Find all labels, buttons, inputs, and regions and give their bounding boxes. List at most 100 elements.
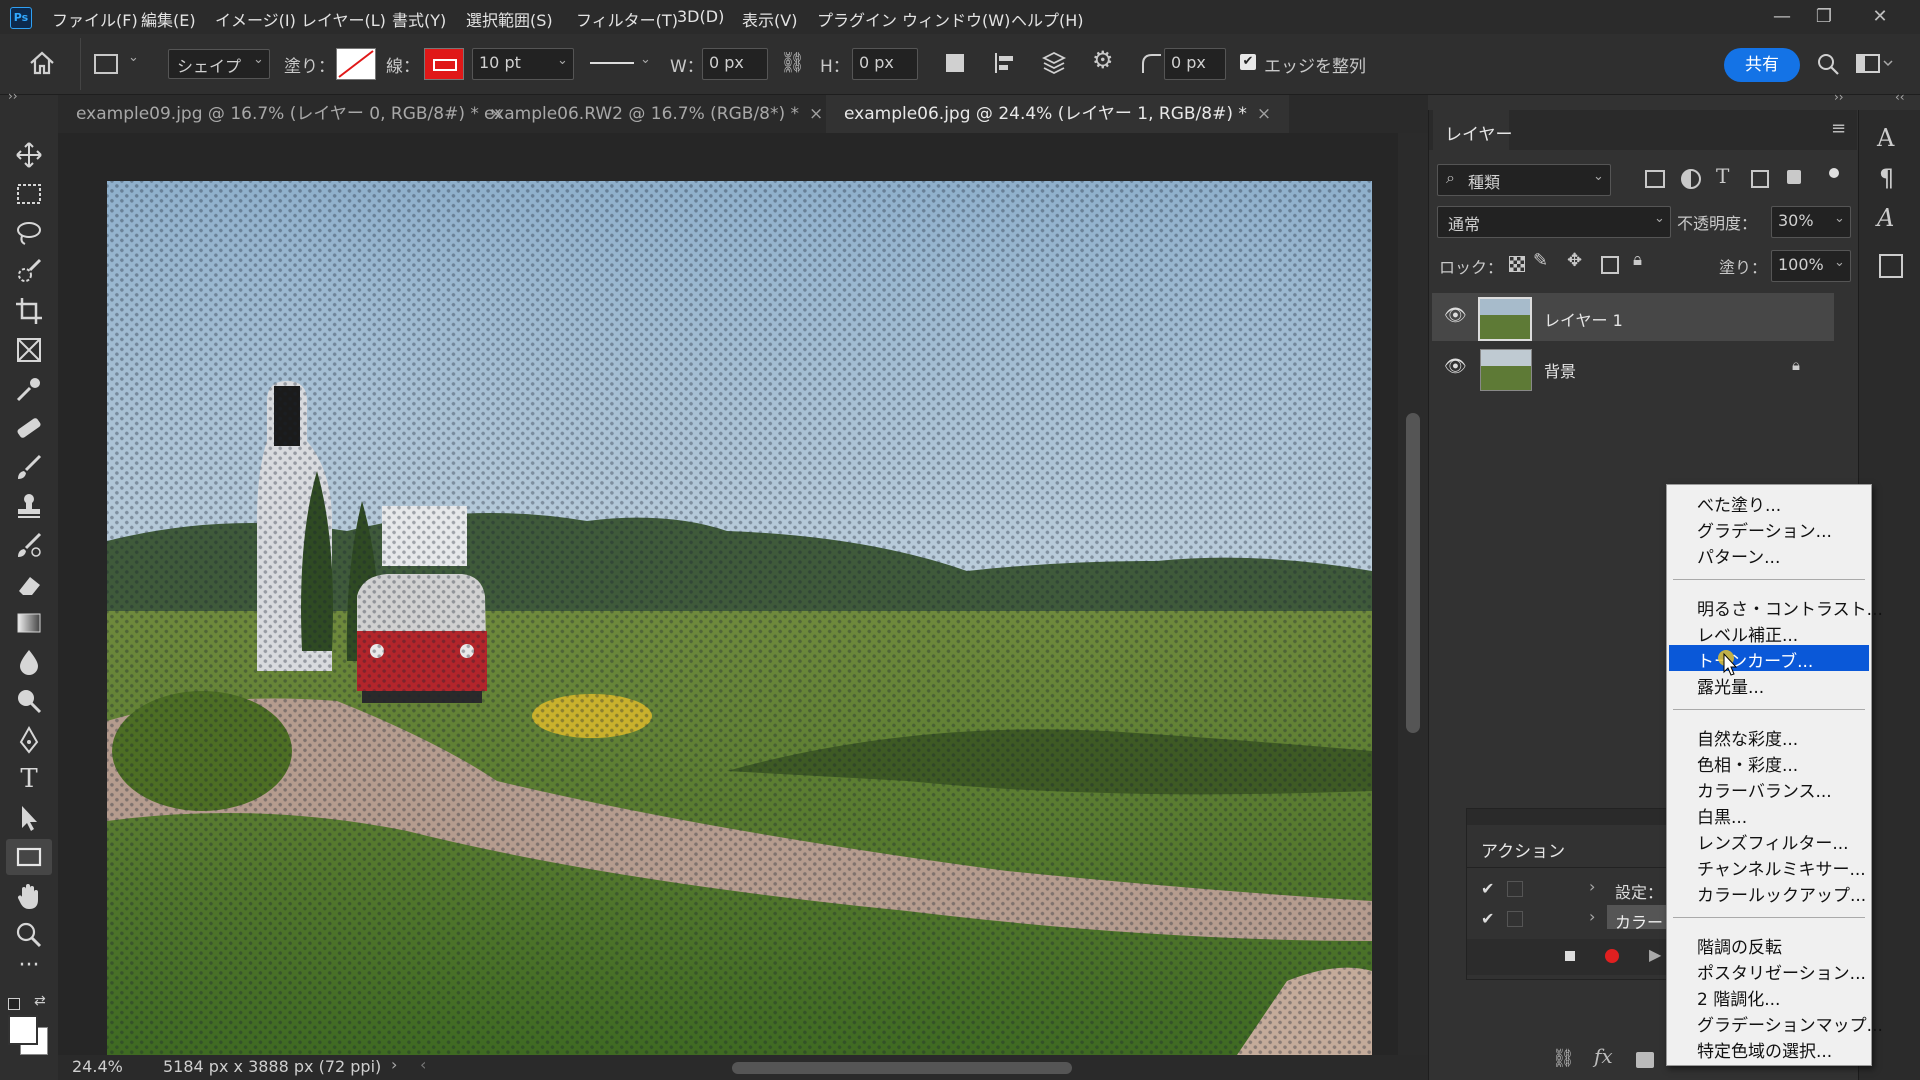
menu-item-vibrance[interactable]: 自然な彩度... — [1697, 725, 1798, 750]
play-icon[interactable]: ▶ — [1649, 945, 1661, 964]
layer-filter-select[interactable]: ⌕ 種類 ⌄ — [1437, 164, 1611, 196]
quick-select-tool-icon[interactable] — [14, 257, 44, 287]
filter-adjustment-icon[interactable] — [1681, 169, 1701, 189]
path-alignment-icon[interactable] — [994, 52, 1018, 74]
action-name[interactable]: カラー — [1615, 909, 1663, 933]
hand-tool-icon[interactable] — [14, 881, 44, 911]
menu-layer[interactable]: レイヤー(L) — [301, 7, 386, 31]
lock-transparency-icon[interactable] — [1509, 256, 1525, 272]
tab-example06-jpg[interactable]: example06.jpg @ 24.4% (レイヤー 1, RGB/8#) *… — [826, 95, 1290, 133]
filter-shape-icon[interactable] — [1751, 170, 1769, 188]
lock-position-icon[interactable]: ✥ — [1567, 250, 1582, 271]
menu-item-photo-filter[interactable]: レンズフィルター... — [1697, 829, 1849, 854]
menu-item-gradient-map[interactable]: グラデーションマップ... — [1697, 1011, 1883, 1036]
properties-panel-icon[interactable] — [1879, 254, 1903, 278]
search-icon[interactable] — [1816, 52, 1840, 76]
close-tab-icon[interactable]: × — [1257, 104, 1271, 124]
action-set-name[interactable]: 設定： — [1615, 879, 1663, 903]
blend-mode-select[interactable]: 通常 ⌄ — [1437, 206, 1671, 238]
dodge-tool-icon[interactable] — [14, 686, 44, 716]
path-select-tool-icon[interactable] — [14, 803, 44, 833]
stroke-type-select[interactable]: ⌄ — [586, 48, 656, 78]
filter-type-icon[interactable]: T — [1716, 164, 1729, 188]
checkmark-icon[interactable]: ✔ — [1481, 879, 1494, 898]
horizontal-scroll-thumb[interactable] — [732, 1062, 1072, 1074]
menu-item-invert[interactable]: 階調の反転 — [1697, 933, 1782, 958]
link-icon[interactable]: ⛓ — [780, 50, 805, 74]
filter-toggle-icon[interactable] — [1829, 168, 1839, 178]
history-brush-tool-icon[interactable] — [14, 530, 44, 560]
chevron-right-icon[interactable]: › — [1589, 907, 1595, 926]
healing-brush-tool-icon[interactable] — [14, 413, 44, 443]
lock-all-icon[interactable]: 🔒︎ — [1633, 250, 1642, 270]
align-edges-checkbox[interactable]: ✔ — [1240, 54, 1256, 70]
opacity-field[interactable]: 30% ⌄ — [1771, 206, 1851, 238]
menu-window[interactable]: ウィンドウ(W) — [902, 7, 1010, 31]
menu-3d[interactable]: 3D(D) — [677, 7, 724, 26]
fill-swatch[interactable] — [336, 48, 376, 80]
expand-icon[interactable]: ›› — [1834, 90, 1844, 104]
default-colors-icon[interactable] — [8, 998, 20, 1010]
layer-name[interactable]: 背景 — [1544, 358, 1576, 382]
chevron-right-icon[interactable]: › — [1589, 877, 1595, 896]
menu-item-hue-saturation[interactable]: 色相・彩度... — [1697, 751, 1798, 776]
marquee-tool-icon[interactable] — [14, 179, 44, 209]
menu-item-channel-mixer[interactable]: チャンネルミキサー... — [1697, 855, 1866, 880]
menu-item-brightness-contrast[interactable]: 明るさ・コントラスト... — [1697, 595, 1883, 620]
menu-item-curves[interactable]: トーンカーブ... — [1697, 647, 1813, 672]
stroke-width-field[interactable]: 10 pt ⌄ — [472, 48, 574, 80]
menu-item-solid-color[interactable]: べた塗り... — [1697, 491, 1781, 516]
zoom-level[interactable]: 24.4% — [72, 1057, 123, 1076]
lasso-tool-icon[interactable] — [14, 218, 44, 248]
menu-view[interactable]: 表示(V) — [742, 7, 797, 31]
dialog-toggle[interactable] — [1507, 911, 1523, 927]
collapse-icon[interactable]: ‹‹ — [1895, 90, 1905, 104]
menu-item-color-lookup[interactable]: カラールックアップ... — [1697, 881, 1866, 906]
close-icon[interactable]: ✕ — [1860, 4, 1900, 30]
menu-help[interactable]: ヘルプ(H) — [1011, 7, 1084, 31]
fill-field[interactable]: 100% ⌄ — [1771, 250, 1851, 282]
gear-icon[interactable]: ⚙ — [1092, 46, 1114, 74]
glyphs-panel-icon[interactable]: A — [1877, 204, 1894, 232]
menu-item-black-white[interactable]: 白黒... — [1697, 803, 1747, 828]
tab-example06-rw2[interactable]: example06.RW2 @ 16.7% (RGB/8*) * × — [466, 95, 841, 133]
crop-tool-icon[interactable] — [14, 296, 44, 326]
gradient-tool-icon[interactable] — [14, 608, 44, 638]
character-panel-icon[interactable]: A — [1877, 124, 1894, 152]
type-tool-icon[interactable]: T — [14, 764, 44, 794]
pen-tool-icon[interactable] — [14, 725, 44, 755]
tab-example09[interactable]: example09.jpg @ 16.7% (レイヤー 0, RGB/8#) *… — [58, 95, 521, 133]
brush-tool-icon[interactable] — [14, 452, 44, 482]
more-tools-icon[interactable]: ··· — [14, 953, 44, 983]
eraser-tool-icon[interactable] — [14, 569, 44, 599]
link-layers-icon[interactable]: ⛓ — [1552, 1048, 1575, 1069]
filter-pixel-icon[interactable] — [1645, 170, 1665, 188]
status-menu-icon[interactable]: › — [391, 1055, 397, 1074]
menu-item-threshold[interactable]: 2 階調化... — [1697, 985, 1780, 1010]
visibility-eye-icon[interactable]: 👁︎ — [1444, 356, 1467, 377]
close-tab-icon[interactable]: × — [809, 104, 823, 124]
swap-colors-icon[interactable]: ⇄ — [34, 993, 46, 1009]
menu-plugins[interactable]: プラグイン — [817, 7, 897, 31]
menu-image[interactable]: イメージ(I) — [215, 7, 296, 31]
menu-edit[interactable]: 編集(E) — [141, 7, 196, 31]
blur-tool-icon[interactable] — [14, 647, 44, 677]
menu-filter[interactable]: フィルター(T) — [576, 7, 678, 31]
menu-select[interactable]: 選択範囲(S) — [466, 7, 553, 31]
stop-icon[interactable] — [1565, 951, 1575, 961]
checkmark-icon[interactable]: ✔ — [1481, 909, 1494, 928]
menu-item-pattern[interactable]: パターン... — [1697, 543, 1780, 568]
scroll-left-icon[interactable]: ‹ — [420, 1055, 426, 1074]
share-button[interactable]: 共有 — [1724, 48, 1800, 82]
frame-tool-icon[interactable] — [14, 335, 44, 365]
zoom-tool-icon[interactable] — [14, 920, 44, 950]
stamp-tool-icon[interactable] — [14, 491, 44, 521]
menu-file[interactable]: ファイル(F) — [52, 7, 138, 31]
rectangle-tool-icon[interactable] — [14, 842, 44, 872]
tool-preset-picker[interactable]: ⌄ — [94, 50, 148, 78]
workspace-icon[interactable] — [1856, 54, 1896, 74]
menu-item-levels[interactable]: レベル補正... — [1697, 621, 1798, 646]
shape-mode-select[interactable]: シェイプ ⌄ — [168, 49, 270, 79]
scroll-thumb[interactable] — [1406, 413, 1420, 733]
actions-tab[interactable]: アクション — [1481, 837, 1565, 862]
